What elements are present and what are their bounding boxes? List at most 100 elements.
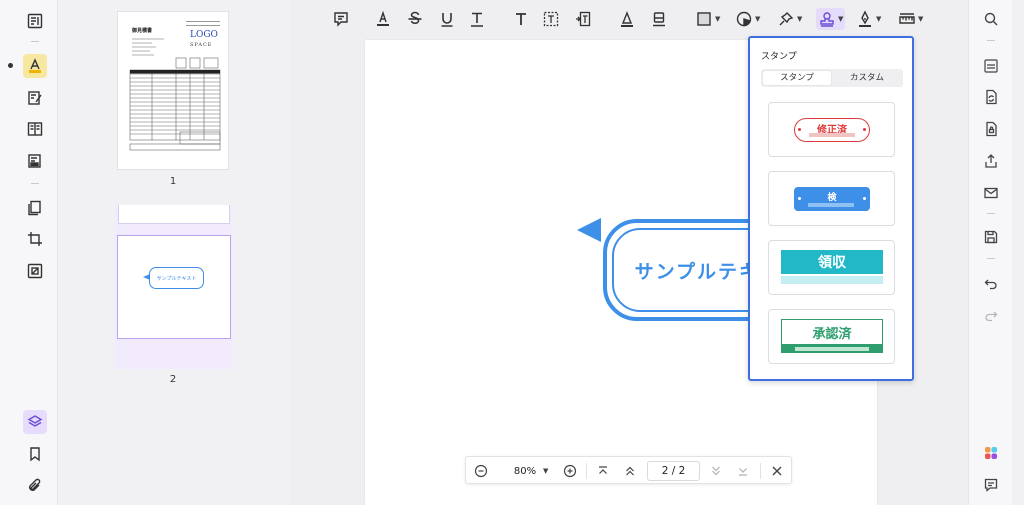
first-page-icon <box>599 466 607 474</box>
tab-custom[interactable]: カスタム <box>833 71 901 85</box>
compress-tool-icon[interactable] <box>23 259 47 283</box>
stamp-dot <box>798 128 801 131</box>
shape-rectangle-dropdown[interactable]: ▼ <box>695 9 720 29</box>
first-page-button[interactable] <box>596 463 610 479</box>
attachment-icon[interactable] <box>23 474 47 498</box>
comment-tool-icon[interactable] <box>23 54 47 78</box>
strikethrough-icon[interactable] <box>406 9 424 29</box>
stamp-inspected-label: 検 <box>827 193 837 203</box>
zoom-level-value: 80% <box>513 465 537 477</box>
crop-tool-icon[interactable] <box>23 227 47 251</box>
tab-stamp[interactable]: スタンプ <box>763 71 831 85</box>
squiggly-text-icon[interactable] <box>468 9 486 29</box>
annotation-toolbar: ▼ ▼ ▼ ▼ ▼ ▼ <box>290 0 968 38</box>
redact-tool-icon[interactable] <box>23 149 47 173</box>
save-icon[interactable] <box>980 226 1002 248</box>
pin-dropdown[interactable]: ▼ <box>777 9 802 29</box>
stamp-option-corrected[interactable]: 修正済 <box>768 102 895 157</box>
layers-icon[interactable] <box>23 410 47 434</box>
stamp-date-line <box>809 133 855 137</box>
zoom-dropdown-chevron-icon[interactable]: ▼ <box>543 463 548 479</box>
stamp-approved-frame: 承認済 <box>781 319 883 355</box>
search-icon[interactable] <box>980 8 1002 30</box>
zoom-out-icon <box>474 464 488 478</box>
next-page-icon <box>712 466 720 476</box>
chevron-down-icon: ▼ <box>755 15 761 23</box>
page-thumbnail-2-selected[interactable]: サンプルテキスト <box>115 205 233 369</box>
sticky-note-icon[interactable] <box>332 9 350 29</box>
form-tool-icon[interactable] <box>23 117 47 141</box>
text-field-icon[interactable] <box>542 9 560 29</box>
stamp-date-line <box>795 347 869 351</box>
callout-pointer[interactable] <box>577 218 601 242</box>
chevron-down-icon: ▼ <box>876 15 882 23</box>
ai-assistant-icon[interactable] <box>980 442 1002 464</box>
share-icon[interactable] <box>980 150 1002 172</box>
email-icon[interactable] <box>980 182 1002 204</box>
stamp-approved-label: 承認済 <box>781 319 883 345</box>
rail-divider <box>31 41 39 42</box>
stamp-popup-panel: スタンプ スタンプ カスタム 修正済 検 領収 承認済 <box>748 36 914 381</box>
protect-icon[interactable] <box>980 118 1002 140</box>
next-page-button[interactable] <box>709 463 723 479</box>
previous-page-button[interactable] <box>623 463 637 479</box>
ocr-icon[interactable] <box>980 55 1002 77</box>
right-sidebar <box>968 0 1012 505</box>
stamp-tabs: スタンプ カスタム <box>761 69 903 87</box>
last-page-button[interactable] <box>736 463 750 479</box>
page-number-label: 2 <box>169 374 177 385</box>
organize-pages-icon[interactable] <box>23 196 47 220</box>
chevron-down-icon: ▼ <box>838 15 844 23</box>
thumb-callout: サンプルテキスト <box>149 267 204 289</box>
thumb-page-lines <box>129 38 221 151</box>
reader-mode-icon[interactable] <box>23 9 47 33</box>
rectangle-icon <box>697 12 711 26</box>
pdf-editor-window: 御見積書 LOGO SPACE 1 サンプルテキスト 2 サンプルテキスト ▼ … <box>0 0 1024 505</box>
stamp-icon <box>820 12 834 27</box>
signature-dropdown[interactable]: ▼ <box>856 9 881 29</box>
stamp-date-line <box>781 276 883 284</box>
rail-divider <box>31 183 39 184</box>
stamp-dropdown[interactable]: ▼ <box>816 8 846 30</box>
edit-tool-icon[interactable] <box>23 86 47 110</box>
active-indicator-dot <box>8 63 13 68</box>
convert-icon[interactable] <box>980 86 1002 108</box>
pencil-icon[interactable] <box>618 9 636 29</box>
highlight-icon[interactable] <box>374 9 392 29</box>
chevron-down-icon: ▼ <box>715 15 721 23</box>
page-navigation-bar: 80% ▼ 2 / 2 <box>465 456 792 484</box>
page-number-input[interactable]: 2 / 2 <box>647 461 700 481</box>
zoom-in-button[interactable] <box>563 463 577 479</box>
stamp-dot <box>798 197 801 200</box>
ruler-icon <box>899 13 915 24</box>
stamp-inspected-frame: 検 <box>794 187 870 211</box>
underline-icon[interactable] <box>438 9 456 29</box>
stamp-dot <box>863 197 866 200</box>
rail-divider <box>987 258 995 259</box>
previous-page-icon <box>626 466 634 476</box>
close-icon <box>772 466 782 476</box>
close-nav-button[interactable] <box>770 463 784 479</box>
page-thumbnail-2[interactable]: サンプルテキスト <box>117 235 231 339</box>
measure-dropdown[interactable]: ▼ <box>898 9 923 29</box>
thumbnail-panel: 御見積書 LOGO SPACE 1 サンプルテキスト 2 <box>58 0 290 505</box>
eraser-icon[interactable] <box>650 9 668 29</box>
shape-ellipse-dropdown[interactable]: ▼ <box>735 9 760 29</box>
stamp-option-approved[interactable]: 承認済 <box>768 309 895 364</box>
zoom-in-icon <box>563 464 577 478</box>
nav-divider <box>586 463 587 479</box>
thumb-prev-page-bottom <box>118 205 230 224</box>
text-callout-icon[interactable] <box>574 9 592 29</box>
page-thumbnail-1[interactable]: 御見積書 LOGO SPACE <box>117 11 229 170</box>
undo-icon[interactable] <box>980 272 1002 294</box>
chevron-down-icon: ▼ <box>918 15 924 23</box>
comments-icon[interactable] <box>980 474 1002 496</box>
text-box-icon[interactable] <box>512 9 530 29</box>
redo-icon[interactable] <box>980 304 1002 326</box>
stamp-received-frame: 領収 <box>781 250 883 286</box>
stamp-option-inspected[interactable]: 検 <box>768 171 895 226</box>
stamp-option-received[interactable]: 領収 <box>768 240 895 295</box>
stamp-date-line <box>808 203 854 207</box>
bookmark-icon[interactable] <box>23 442 47 466</box>
zoom-out-button[interactable] <box>474 463 488 479</box>
